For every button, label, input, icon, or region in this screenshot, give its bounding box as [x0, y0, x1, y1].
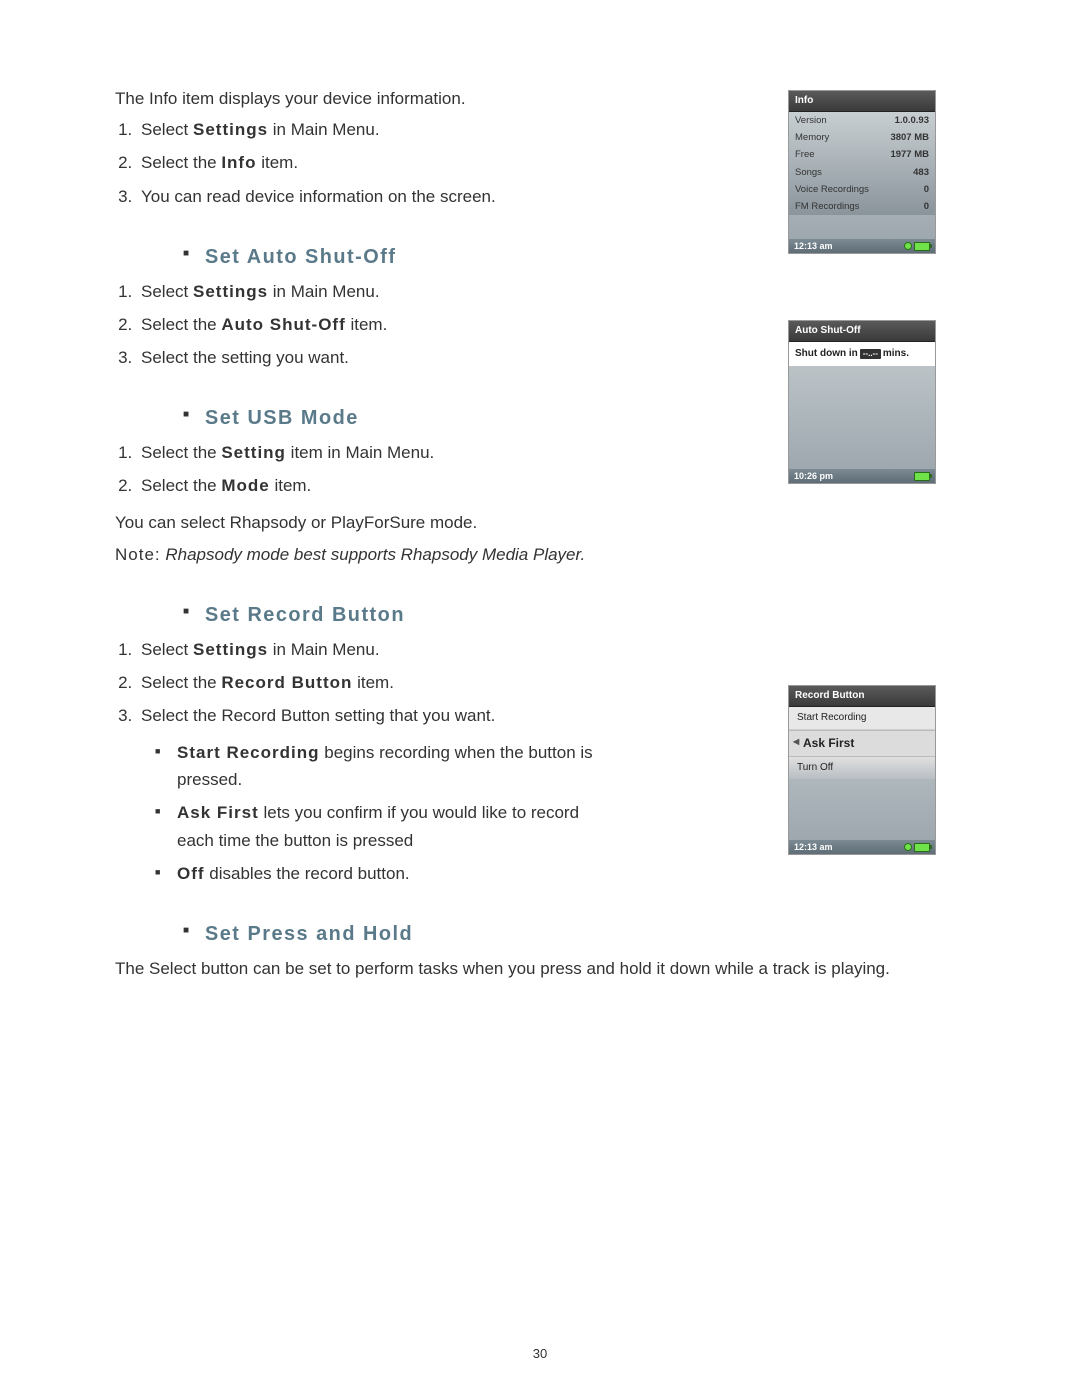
record-button-bullets: Start Recording begins recording when th…: [115, 739, 620, 887]
step-keyword: Auto Shut-Off: [221, 315, 345, 334]
step-keyword: Settings: [193, 120, 268, 139]
rb-bullet-3: Off disables the record button.: [155, 860, 620, 887]
rb-bullet-1: Start Recording begins recording when th…: [155, 739, 620, 793]
autoshut-selector: --..--: [860, 349, 881, 359]
info-step-2: Select the Info item.: [137, 149, 620, 176]
info-value: 0: [924, 199, 929, 214]
note-body: Rhapsody mode best supports Rhapsody Med…: [165, 545, 585, 564]
record-option-start: Start Recording: [789, 707, 935, 730]
battery-icon: [904, 242, 930, 251]
info-row-memory: Memory 3807 MB: [789, 129, 935, 146]
device-screenshot-autoshutoff: Auto Shut-Off Shut down in --..-- mins. …: [788, 320, 936, 484]
device-menu: Start Recording Ask First Turn Off: [789, 707, 935, 779]
info-steps: Select Settings in Main Menu. Select the…: [115, 116, 620, 210]
info-intro: The Info item displays your device infor…: [115, 85, 620, 112]
device-header: Auto Shut-Off: [789, 321, 935, 342]
aso-step-3: Select the setting you want.: [137, 344, 620, 371]
usb-step-1: Select the Setting item in Main Menu.: [137, 439, 620, 466]
usb-mode-section: Select the Setting item in Main Menu. Se…: [115, 439, 620, 568]
bullet-keyword: Ask First: [177, 803, 259, 822]
device-screenshot-record: Record Button Start Recording Ask First …: [788, 685, 936, 855]
info-value: 0: [924, 182, 929, 197]
device-footer: 12:13 am: [789, 239, 935, 253]
device-body: Version 1.0.0.93 Memory 3807 MB Free 1977 M…: [789, 112, 935, 215]
device-time: 10:26 pm: [794, 469, 833, 483]
info-label: Memory: [795, 130, 829, 145]
usb-mode-steps: Select the Setting item in Main Menu. Se…: [115, 439, 620, 499]
device-footer: 10:26 pm: [789, 469, 935, 483]
usb-step-2: Select the Mode item.: [137, 472, 620, 499]
step-keyword: Setting: [221, 443, 286, 462]
info-label: Songs: [795, 165, 822, 180]
step-keyword: Mode: [221, 476, 269, 495]
info-label: Voice Recordings: [795, 182, 869, 197]
rb-step-3: Select the Record Button setting that yo…: [137, 702, 620, 729]
device-time: 12:13 am: [794, 840, 833, 854]
press-hold-text: The Select button can be set to perform …: [115, 955, 955, 982]
bullet-keyword: Off: [177, 864, 205, 883]
autoshut-line: Shut down in --..-- mins.: [789, 342, 935, 366]
rb-step-1: Select Settings in Main Menu.: [137, 636, 620, 663]
info-row-fm: FM Recordings 0: [789, 198, 935, 215]
page-number: 30: [0, 1344, 1080, 1365]
info-value: 1977 MB: [890, 147, 929, 162]
device-screenshot-info: Info Version 1.0.0.93 Memory 3807 MB Free 1…: [788, 90, 936, 254]
record-option-turnoff: Turn Off: [789, 757, 935, 779]
note-label: Note:: [115, 545, 161, 564]
heading-press-hold: Set Press and Hold: [115, 919, 980, 951]
info-row-voice: Voice Recordings 0: [789, 181, 935, 198]
info-label: Free: [795, 147, 815, 162]
aso-step-2: Select the Auto Shut-Off item.: [137, 311, 620, 338]
record-button-section: Select Settings in Main Menu. Select the…: [115, 636, 620, 888]
rb-step-2: Select the Record Button item.: [137, 669, 620, 696]
info-section: The Info item displays your device infor…: [115, 85, 620, 210]
heading-record-button: Set Record Button: [115, 600, 980, 632]
step-keyword: Record Button: [221, 673, 352, 692]
step-keyword: Settings: [193, 640, 268, 659]
info-row-free: Free 1977 MB: [789, 146, 935, 163]
autoshut-prefix: Shut down in: [795, 346, 858, 362]
usb-mode-line: You can select Rhapsody or PlayForSure m…: [115, 509, 620, 536]
info-value: 1.0.0.93: [895, 113, 929, 128]
info-value: 3807 MB: [890, 130, 929, 145]
battery-icon: [914, 472, 930, 481]
autoshut-suffix: mins.: [883, 346, 909, 362]
step-keyword: Info: [221, 153, 256, 172]
info-value: 483: [913, 165, 929, 180]
auto-shut-off-steps: Select Settings in Main Menu. Select the…: [115, 278, 620, 372]
device-header: Record Button: [789, 686, 935, 707]
record-button-steps: Select Settings in Main Menu. Select the…: [115, 636, 620, 730]
usb-mode-note: Note: Rhapsody mode best supports Rhapso…: [115, 541, 620, 568]
device-time: 12:13 am: [794, 239, 833, 253]
info-step-3: You can read device information on the s…: [137, 183, 620, 210]
info-label: FM Recordings: [795, 199, 859, 214]
bullet-keyword: Start Recording: [177, 743, 320, 762]
rb-bullet-2: Ask First lets you confirm if you would …: [155, 799, 620, 853]
device-header: Info: [789, 91, 935, 112]
info-label: Version: [795, 113, 827, 128]
info-step-1: Select Settings in Main Menu.: [137, 116, 620, 143]
battery-icon: [904, 843, 930, 852]
auto-shut-off-section: Select Settings in Main Menu. Select the…: [115, 278, 620, 372]
manual-page: The Info item displays your device infor…: [0, 0, 1080, 1397]
record-option-askfirst: Ask First: [789, 730, 935, 757]
info-row-songs: Songs 483: [789, 164, 935, 181]
aso-step-1: Select Settings in Main Menu.: [137, 278, 620, 305]
step-keyword: Settings: [193, 282, 268, 301]
device-footer: 12:13 am: [789, 840, 935, 854]
info-row-version: Version 1.0.0.93: [789, 112, 935, 129]
bullet-text: disables the record button.: [205, 864, 410, 883]
